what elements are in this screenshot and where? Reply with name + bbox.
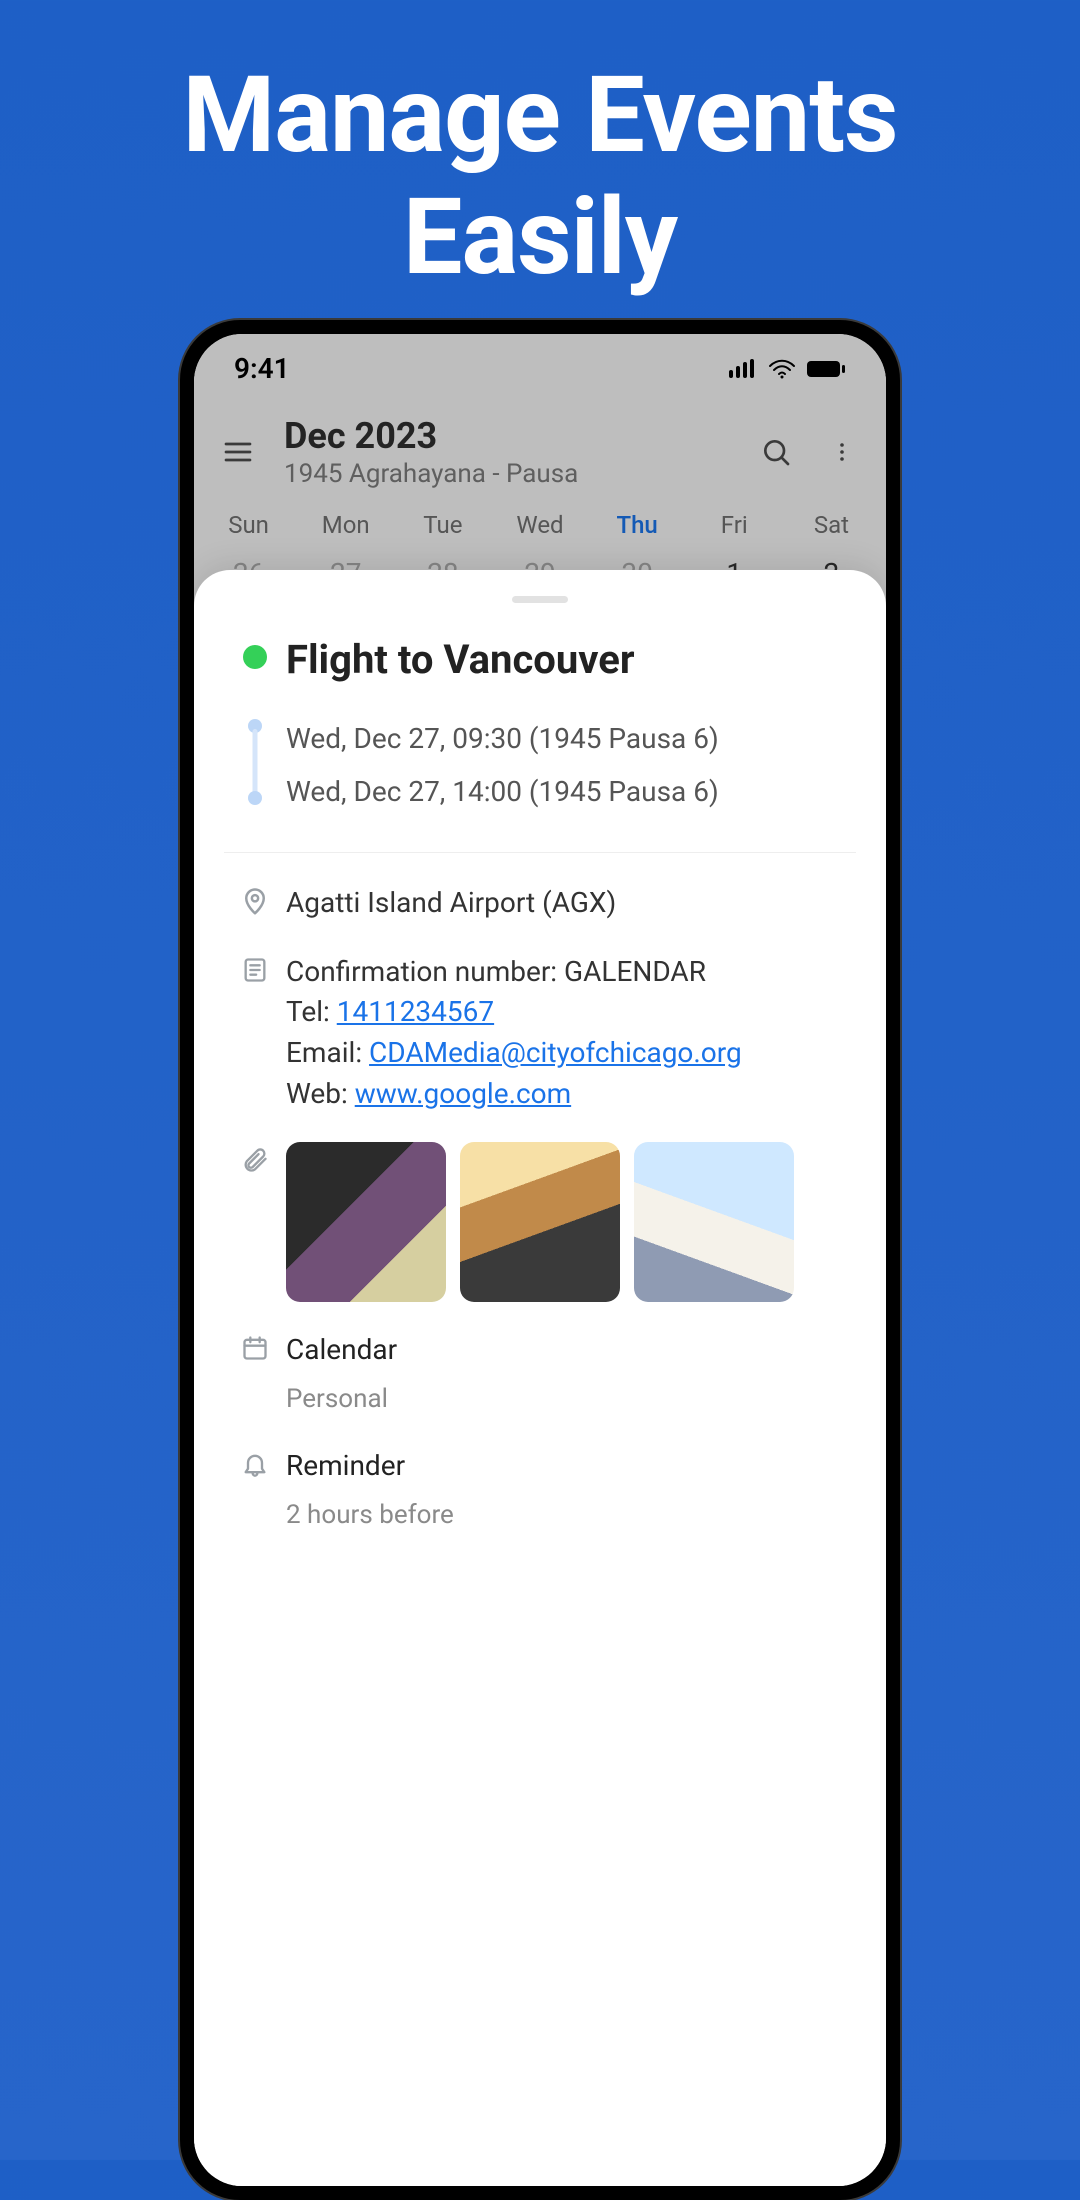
weekday-label: Tue xyxy=(394,511,491,539)
note-web[interactable]: www.google.com xyxy=(355,1077,571,1110)
note-email-line: Email: CDAMedia@cityofchicago.org xyxy=(286,1033,856,1074)
event-time-row: Wed, Dec 27, 09:30 (1945 Pausa 6) Wed, D… xyxy=(194,713,886,818)
bell-icon xyxy=(224,1446,286,1534)
event-start: Wed, Dec 27, 09:30 (1945 Pausa 6) xyxy=(286,713,856,766)
calendar-icon xyxy=(224,1330,286,1418)
device-frame: 9:41 Dec 2023 xyxy=(180,320,900,2200)
battery-icon xyxy=(806,360,846,378)
weekday-label: Fri xyxy=(686,511,783,539)
weekday-label: Mon xyxy=(297,511,394,539)
calendar-label: Calendar xyxy=(286,1330,856,1371)
event-title-row: Flight to Vancouver xyxy=(194,631,886,689)
attachment-thumb[interactable] xyxy=(286,1142,446,1302)
location-icon xyxy=(224,883,286,924)
notes-icon xyxy=(224,952,286,1114)
weekday-label: Sat xyxy=(783,511,880,539)
note-confirmation: Confirmation number: GALENDAR xyxy=(286,952,856,993)
promo-line2: Easily xyxy=(10,177,1070,299)
reminder-row[interactable]: Reminder 2 hours before xyxy=(194,1446,886,1534)
reminder-label: Reminder xyxy=(286,1446,856,1487)
event-sheet[interactable]: Flight to Vancouver Wed, Dec 27, 09:30 (… xyxy=(194,570,886,2186)
weekday-label: Wed xyxy=(491,511,588,539)
app-header: Dec 2023 1945 Agrahayana - Pausa xyxy=(194,393,886,503)
promo-line1: Manage Events xyxy=(10,55,1070,177)
event-end: Wed, Dec 27, 14:00 (1945 Pausa 6) xyxy=(286,766,856,819)
note-tel[interactable]: 1411234567 xyxy=(337,995,494,1028)
attachment-thumb[interactable] xyxy=(634,1142,794,1302)
event-location: Agatti Island Airport (AGX) xyxy=(286,883,856,924)
attachment-thumb[interactable] xyxy=(460,1142,620,1302)
notes-row: Confirmation number: GALENDAR Tel: 14112… xyxy=(194,952,886,1114)
status-time: 9:41 xyxy=(234,352,290,385)
weekday-label: Sun xyxy=(200,511,297,539)
attachment-icon xyxy=(224,1142,286,1302)
time-range-icon xyxy=(250,723,260,801)
wifi-icon xyxy=(768,359,796,379)
more-icon[interactable] xyxy=(822,432,862,472)
calendar-row[interactable]: Calendar Personal xyxy=(194,1330,886,1418)
note-web-line: Web: www.google.com xyxy=(286,1074,856,1115)
divider xyxy=(224,852,856,853)
device-screen: 9:41 Dec 2023 xyxy=(194,334,886,2186)
attachments-row xyxy=(194,1142,886,1302)
header-subtitle: 1945 Agrahayana - Pausa xyxy=(284,459,730,489)
cellular-icon xyxy=(728,359,758,379)
location-row[interactable]: Agatti Island Airport (AGX) xyxy=(194,883,886,924)
weekday-label: Thu xyxy=(589,511,686,539)
weekday-row: SunMonTueWedThuFriSat xyxy=(194,503,886,545)
note-email[interactable]: CDAMedia@cityofchicago.org xyxy=(369,1036,742,1069)
status-indicators xyxy=(728,359,846,379)
sheet-drag-handle[interactable] xyxy=(512,596,568,603)
promo-headline: Manage Events Easily xyxy=(0,0,1080,329)
event-title: Flight to Vancouver xyxy=(286,631,856,689)
reminder-value: 2 hours before xyxy=(286,1497,856,1535)
event-color-dot xyxy=(224,631,286,689)
note-tel-line: Tel: 1411234567 xyxy=(286,992,856,1033)
header-month[interactable]: Dec 2023 xyxy=(284,415,730,457)
calendar-name: Personal xyxy=(286,1381,856,1419)
search-icon[interactable] xyxy=(756,432,796,472)
menu-icon[interactable] xyxy=(218,432,258,472)
status-bar: 9:41 xyxy=(194,334,886,393)
